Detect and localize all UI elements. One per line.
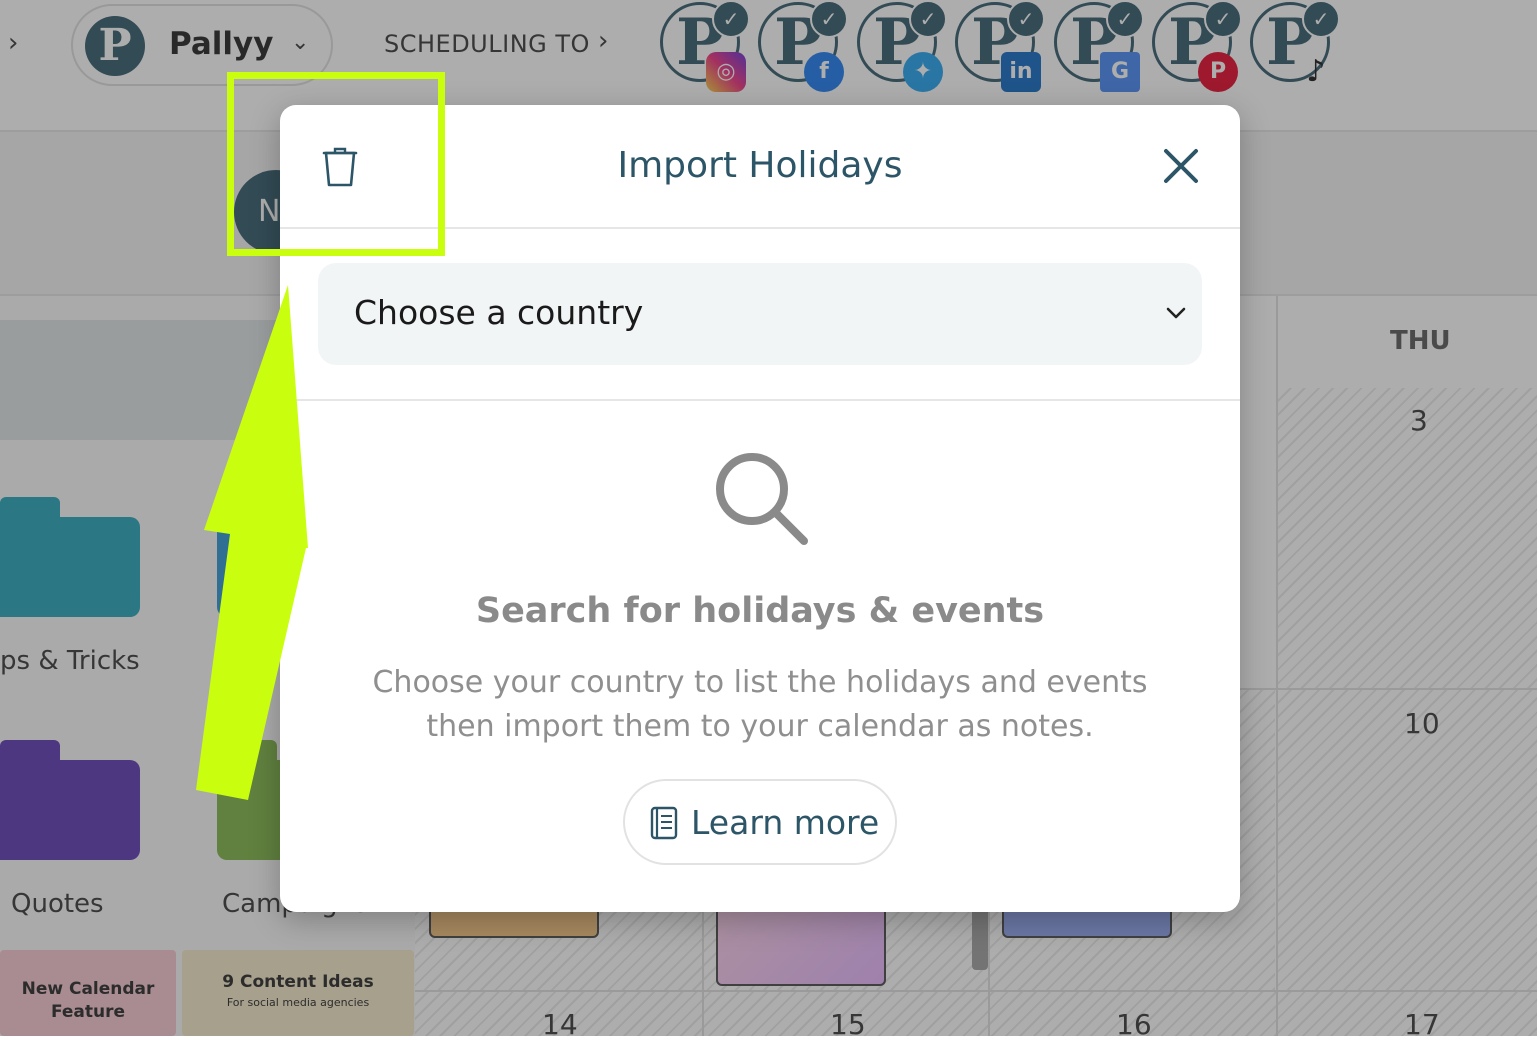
highlight-arrow [196, 285, 308, 800]
